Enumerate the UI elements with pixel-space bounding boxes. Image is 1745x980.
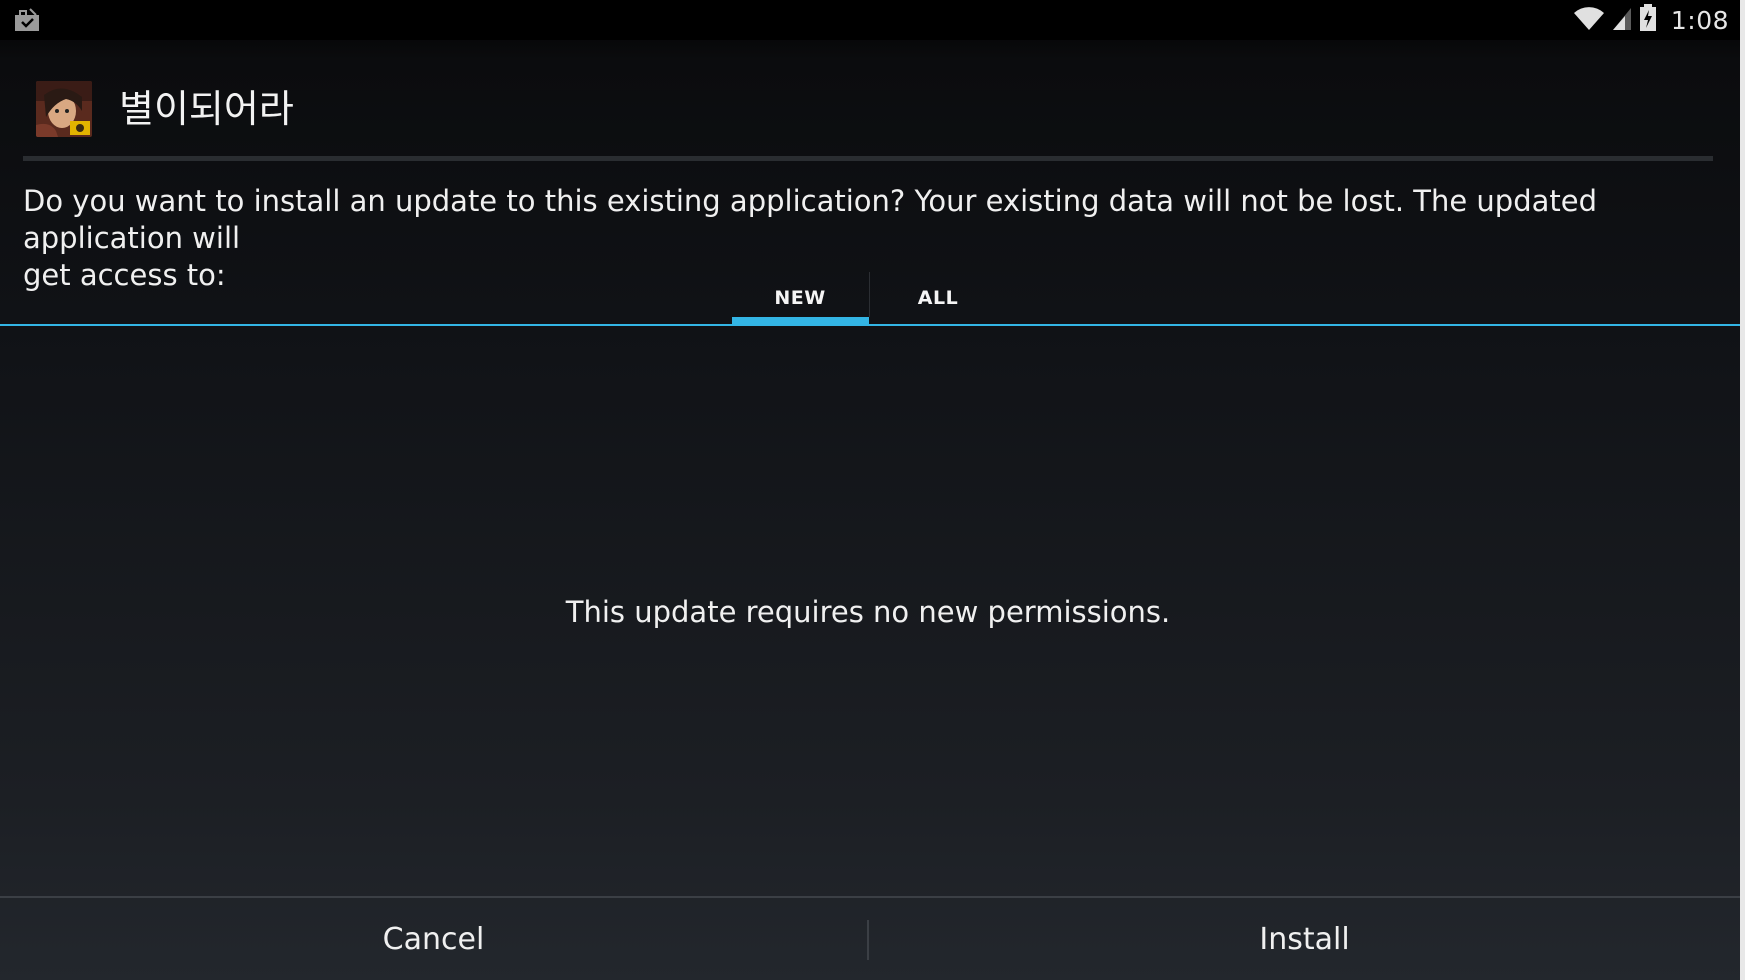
- permission-tabs: NEW ALL: [0, 268, 1745, 327]
- tab-strip-underline: [0, 324, 1740, 326]
- app-title: 별이되어라: [119, 87, 294, 131]
- tab-all[interactable]: ALL: [870, 268, 1006, 327]
- install-dialog-screen: 1:08 별이되어라 Do you want to install an upd…: [0, 0, 1745, 980]
- battery-charging-icon: [1639, 4, 1657, 36]
- status-icons: 1:08: [1573, 0, 1729, 40]
- cell-signal-icon: [1611, 5, 1633, 35]
- status-time: 1:08: [1670, 5, 1729, 35]
- app-game-icon: [36, 81, 92, 137]
- selected-tab-indicator: [732, 317, 869, 325]
- dialog-header: 별이되어라: [0, 40, 1745, 158]
- wifi-icon: [1573, 5, 1605, 35]
- tab-separator: [869, 272, 870, 317]
- no-permissions-message: This update requires no new permissions.: [565, 595, 1171, 629]
- install-button[interactable]: Install: [869, 898, 1740, 980]
- title-divider: [23, 156, 1713, 161]
- cancel-button[interactable]: Cancel: [0, 898, 867, 980]
- notification-store-icon[interactable]: [12, 7, 42, 33]
- status-bar: 1:08: [0, 0, 1745, 40]
- screen-edge: [1740, 0, 1745, 980]
